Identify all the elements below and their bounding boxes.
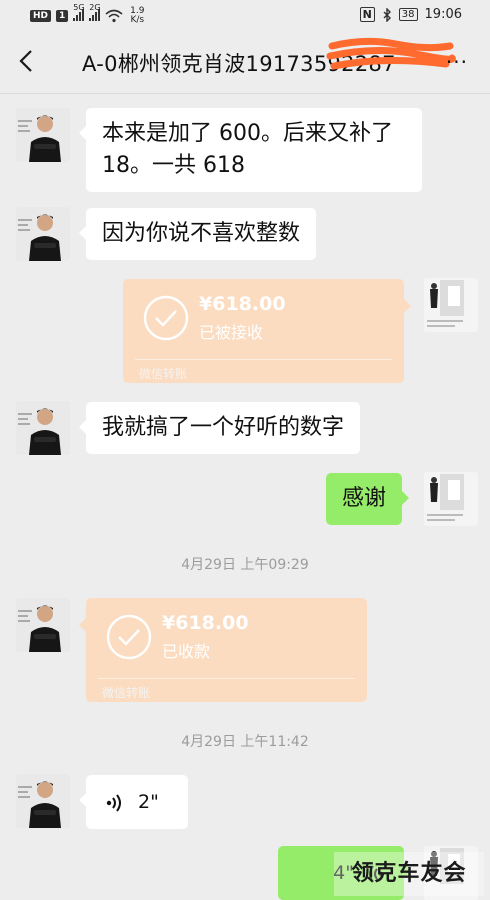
contact-avatar[interactable] <box>16 108 70 162</box>
my-message-bubble[interactable]: 感谢 <box>326 473 410 525</box>
person-photo <box>16 207 70 261</box>
check-circle-icon <box>106 614 152 660</box>
message-bubble[interactable]: 因为你说不喜欢整数 <box>78 208 317 260</box>
status-bar: HD 1 5G 2G 1.9 K/s N 38 19:06 <box>0 0 490 30</box>
contact-avatar[interactable] <box>16 401 70 455</box>
battery-icon: 38 <box>398 8 418 21</box>
message-text: 因为你说不喜欢整数 <box>102 221 301 246</box>
contact-avatar[interactable] <box>16 774 70 828</box>
network-type-label: 5G <box>73 3 85 12</box>
network-speed: 1.9 K/s <box>128 7 146 25</box>
message-bubble[interactable]: 本来是加了 600。后来又补了 18。一共 618 <box>79 108 422 192</box>
transfer-status: 已被接收 <box>199 323 264 342</box>
voice-wave-icon <box>106 793 121 812</box>
person-photo <box>424 278 466 332</box>
transfer-card[interactable]: ¥618.00 已收款 微信转账 <box>79 598 367 702</box>
network-speed-unit: K/s <box>130 15 145 25</box>
person-photo <box>16 108 70 162</box>
message-bubble[interactable]: 我就搞了一个好听的数字 <box>78 402 361 454</box>
contact-avatar[interactable] <box>16 207 70 261</box>
network-type-label-2: 2G <box>89 3 101 12</box>
message-text: 18。一共 618 <box>102 153 245 178</box>
voice-message-bubble[interactable]: 2" <box>79 775 188 829</box>
person-photo <box>16 401 70 455</box>
transfer-amount: ¥618.00 <box>199 293 286 315</box>
chat-header: A-0郴州领克肖波19173592287 ··· <box>0 30 490 94</box>
transfer-card[interactable]: ¥618.00 已被接收 微信转账 <box>123 279 411 383</box>
nfc-icon: N <box>359 7 375 22</box>
redaction-scribble <box>326 37 456 70</box>
person-photo <box>16 774 70 828</box>
wifi-icon <box>105 9 123 23</box>
person-photo <box>16 598 70 652</box>
sim-slot-badge: 1 <box>56 10 69 22</box>
watermark: 领克车友会 <box>334 852 484 896</box>
my-avatar[interactable] <box>424 472 478 526</box>
bluetooth-icon <box>383 7 391 22</box>
transfer-status: 已收款 <box>162 642 211 661</box>
message-text: 感谢 <box>342 486 387 511</box>
message-text: 本来是加了 600。后来又补了 <box>102 121 393 146</box>
voice-duration: 2" <box>138 791 159 813</box>
transfer-divider <box>98 678 355 679</box>
clock: 19:06 <box>424 7 462 22</box>
more-options-button[interactable]: ··· <box>446 50 468 74</box>
my-avatar[interactable] <box>424 278 478 332</box>
transfer-amount: ¥618.00 <box>162 612 249 634</box>
contact-avatar[interactable] <box>16 598 70 652</box>
signal-icon-2: 2G <box>89 3 101 23</box>
timestamp-separator: 4月29日 上午09:29 <box>181 557 309 573</box>
signal-icon: 5G <box>73 3 85 23</box>
message-text: 我就搞了一个好听的数字 <box>102 415 345 440</box>
hd-badge: HD <box>30 10 52 22</box>
back-button[interactable] <box>12 46 42 76</box>
transfer-footer: 微信转账 <box>102 686 151 700</box>
transfer-footer: 微信转账 <box>139 367 188 381</box>
check-circle-icon <box>143 295 189 341</box>
timestamp-separator: 4月29日 上午11:42 <box>181 734 309 750</box>
transfer-divider <box>135 359 392 360</box>
person-photo <box>424 472 466 526</box>
